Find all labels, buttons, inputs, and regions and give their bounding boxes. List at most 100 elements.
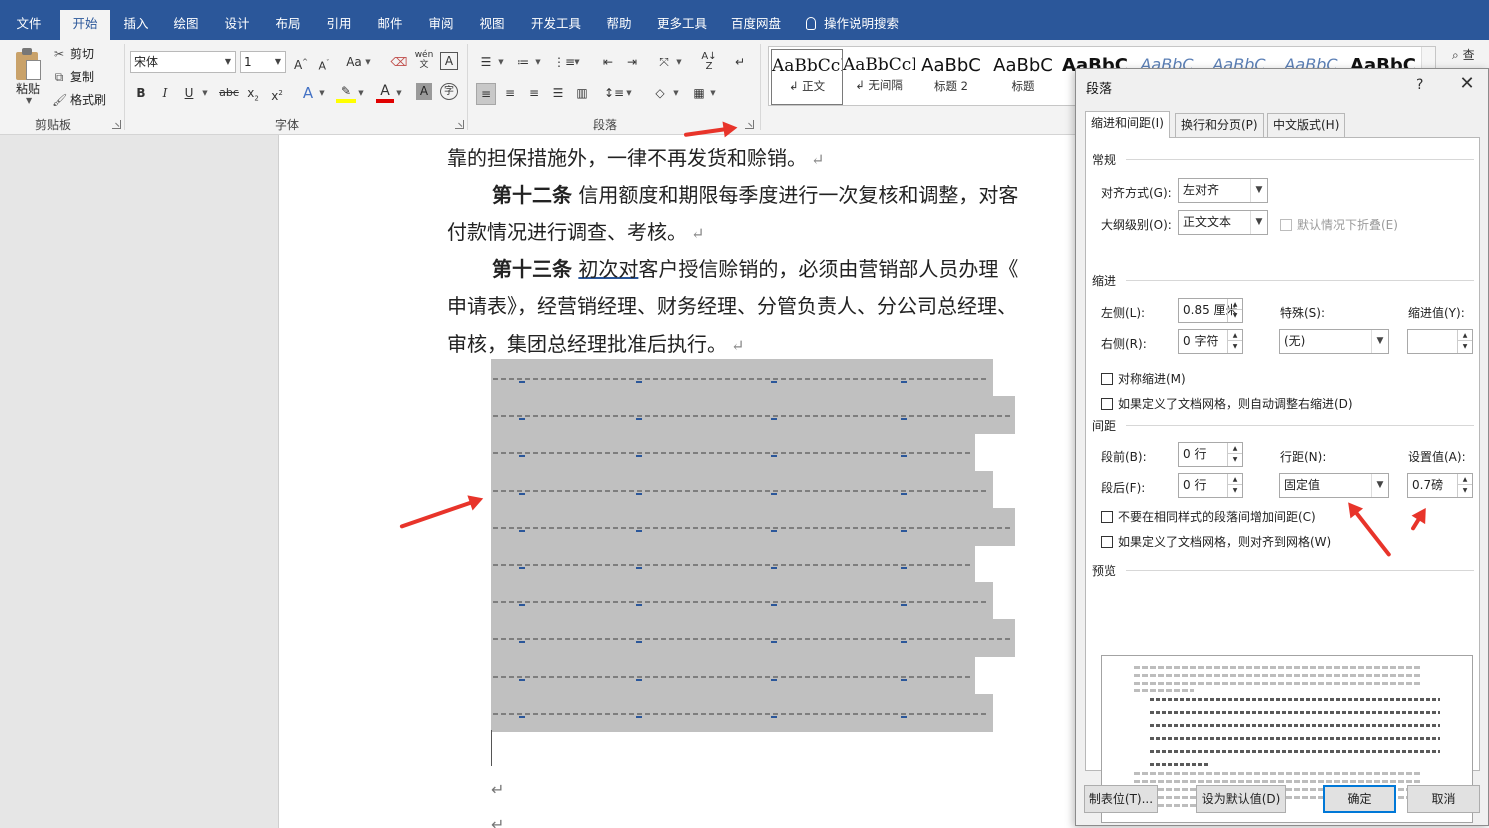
style-heading-2[interactable]: AaBbC 标题 2: [915, 49, 987, 105]
doc-line[interactable]: 申请表》，经营销经理、财务经理、分管负责人、分公司总经理、: [447, 292, 1017, 320]
tab-design[interactable]: 设计: [215, 10, 259, 40]
outline-level-select[interactable]: 正文文本 ▼: [1178, 210, 1268, 235]
chevron-down-icon[interactable]: ▼: [395, 83, 403, 103]
tab-line-page-breaks[interactable]: 换行和分页(P): [1175, 113, 1264, 137]
line-spacing-select[interactable]: 固定值 ▼: [1279, 473, 1389, 498]
chevron-down-icon[interactable]: ▼: [672, 83, 680, 103]
tab-home[interactable]: 开始: [60, 10, 110, 40]
change-case-button[interactable]: Aa: [343, 52, 365, 72]
bold-icon[interactable]: B: [133, 83, 149, 103]
character-shading-icon[interactable]: A: [416, 83, 432, 100]
grow-font-icon[interactable]: A^: [292, 52, 310, 72]
style-normal[interactable]: AaBbCcI ↲ 正文: [771, 49, 843, 105]
compressed-text-line[interactable]: [491, 508, 1015, 546]
compressed-text-line[interactable]: [491, 582, 993, 620]
find-button[interactable]: ⌕ 查: [1452, 45, 1488, 65]
chevron-down-icon[interactable]: ▼: [497, 52, 505, 72]
doc-line[interactable]: 第十三条 初次对客户授信赊销的，必须由营销部人员办理《: [492, 255, 1018, 283]
tab-draw[interactable]: 绘图: [164, 10, 208, 40]
increase-indent-icon[interactable]: ⇥: [622, 52, 642, 72]
paste-button[interactable]: 粘贴: [16, 80, 40, 97]
multilevel-list-icon[interactable]: ⋮≡: [553, 52, 575, 72]
tabs-button[interactable]: 制表位(T)...: [1084, 785, 1158, 813]
superscript-icon[interactable]: x2: [268, 83, 286, 103]
bullets-icon[interactable]: ☰: [477, 52, 495, 72]
format-painter-button[interactable]: 🖌 格式刷: [52, 90, 106, 110]
chevron-down-icon[interactable]: ▼: [709, 83, 717, 103]
doc-line[interactable]: 付款情况进行调查、考核。 ↵: [447, 218, 704, 248]
show-marks-icon[interactable]: ↵: [732, 52, 748, 72]
tab-more-tools[interactable]: 更多工具: [650, 10, 714, 40]
font-size-combo[interactable]: 1 ▼: [240, 51, 286, 73]
collapsed-by-default-checkbox[interactable]: 默认情况下折叠(E): [1280, 216, 1398, 233]
tab-file[interactable]: 文件: [0, 10, 58, 40]
tab-help[interactable]: 帮助: [597, 10, 641, 40]
compressed-text-line[interactable]: [491, 471, 993, 509]
tell-me-search[interactable]: 操作说明搜索: [806, 10, 916, 40]
special-indent-select[interactable]: (无) ▼: [1279, 329, 1389, 354]
doc-line[interactable]: 第十二条 信用额度和期限每季度进行一次复核和调整，对客: [492, 181, 1018, 209]
shading-icon[interactable]: ◇: [650, 83, 670, 103]
underline-icon[interactable]: U: [181, 83, 197, 103]
clear-formatting-icon[interactable]: ⌫: [390, 52, 408, 72]
text-effects-icon[interactable]: A: [298, 83, 318, 103]
copy-button[interactable]: ⧉ 复制: [52, 67, 94, 87]
chevron-down-icon[interactable]: ▼: [534, 52, 542, 72]
font-name-combo[interactable]: 宋体 ▼: [130, 51, 236, 73]
doc-line[interactable]: 审核，集团总经理批准后执行。 ↵: [447, 330, 744, 360]
tab-layout[interactable]: 布局: [266, 10, 310, 40]
no-space-same-style-checkbox[interactable]: 不要在相同样式的段落间增加间距(C): [1101, 508, 1316, 525]
enclose-characters-icon[interactable]: 字: [440, 83, 458, 100]
tab-insert[interactable]: 插入: [114, 10, 158, 40]
indent-right-input[interactable]: 0 字符 ▲ ▼: [1178, 329, 1243, 354]
style-title[interactable]: AaBbC 标题: [987, 49, 1059, 105]
alignment-select[interactable]: 左对齐 ▼: [1178, 178, 1268, 203]
paste-dropdown-icon[interactable]: ▼: [26, 96, 32, 105]
cut-button[interactable]: ✂ 剪切: [52, 44, 94, 64]
doc-line[interactable]: 靠的担保措施外，一律不再发货和赊销。 ↵: [447, 144, 824, 174]
align-left-icon[interactable]: ≡: [476, 83, 496, 105]
cancel-button[interactable]: 取消: [1407, 785, 1480, 813]
chevron-down-icon[interactable]: ▼: [318, 83, 326, 103]
shrink-font-icon[interactable]: Aˇ: [316, 53, 332, 73]
compressed-text-line[interactable]: [491, 694, 993, 732]
subscript-icon[interactable]: x2: [244, 83, 262, 103]
align-center-icon[interactable]: ≡: [501, 83, 519, 103]
chevron-down-icon[interactable]: ▼: [201, 83, 209, 103]
spacing-after-input[interactable]: 0 行 ▲ ▼: [1178, 473, 1243, 498]
help-button[interactable]: ?: [1416, 77, 1423, 93]
close-icon[interactable]: ✕: [1456, 74, 1478, 96]
justify-icon[interactable]: ☰: [549, 83, 567, 103]
chevron-down-icon[interactable]: ▼: [675, 52, 683, 72]
compressed-text-line[interactable]: [491, 359, 993, 397]
asian-layout-icon[interactable]: ⤧: [654, 52, 674, 72]
numbering-icon[interactable]: ≔: [514, 52, 532, 72]
highlight-color-icon[interactable]: ✎: [336, 81, 356, 103]
compressed-text-line[interactable]: [491, 657, 975, 695]
tab-developer[interactable]: 开发工具: [524, 10, 588, 40]
chevron-down-icon[interactable]: ▼: [573, 52, 581, 72]
tab-mailings[interactable]: 邮件: [368, 10, 412, 40]
paste-icon[interactable]: [14, 48, 42, 82]
tab-indents-spacing[interactable]: 缩进和间距(I): [1085, 111, 1170, 138]
chevron-down-icon[interactable]: ▼: [357, 83, 365, 103]
tab-asian-typography[interactable]: 中文版式(H): [1267, 113, 1346, 137]
phonetic-guide-icon[interactable]: wén 文: [414, 50, 434, 70]
decrease-indent-icon[interactable]: ⇤: [598, 52, 618, 72]
paragraph-launcher-icon[interactable]: [745, 120, 754, 129]
ok-button[interactable]: 确定: [1323, 785, 1396, 813]
indent-left-input[interactable]: 0.85 厘米 ▲ ▼: [1178, 298, 1243, 323]
font-color-icon[interactable]: A: [376, 81, 394, 103]
borders-icon[interactable]: ▦: [690, 83, 708, 103]
tab-references[interactable]: 引用: [317, 10, 361, 40]
font-launcher-icon[interactable]: [455, 120, 464, 129]
chevron-down-icon[interactable]: ▼: [364, 52, 372, 72]
set-default-button[interactable]: 设为默认值(D): [1196, 785, 1286, 813]
clipboard-launcher-icon[interactable]: [112, 120, 121, 129]
compressed-text-line[interactable]: [491, 545, 975, 583]
distributed-icon[interactable]: ▥: [573, 83, 591, 103]
italic-icon[interactable]: I: [157, 83, 173, 103]
character-border-icon[interactable]: A: [440, 52, 458, 70]
indent-by-input[interactable]: ▲ ▼: [1407, 329, 1473, 354]
snap-to-grid-checkbox[interactable]: 如果定义了文档网格，则对齐到网格(W): [1101, 533, 1331, 550]
